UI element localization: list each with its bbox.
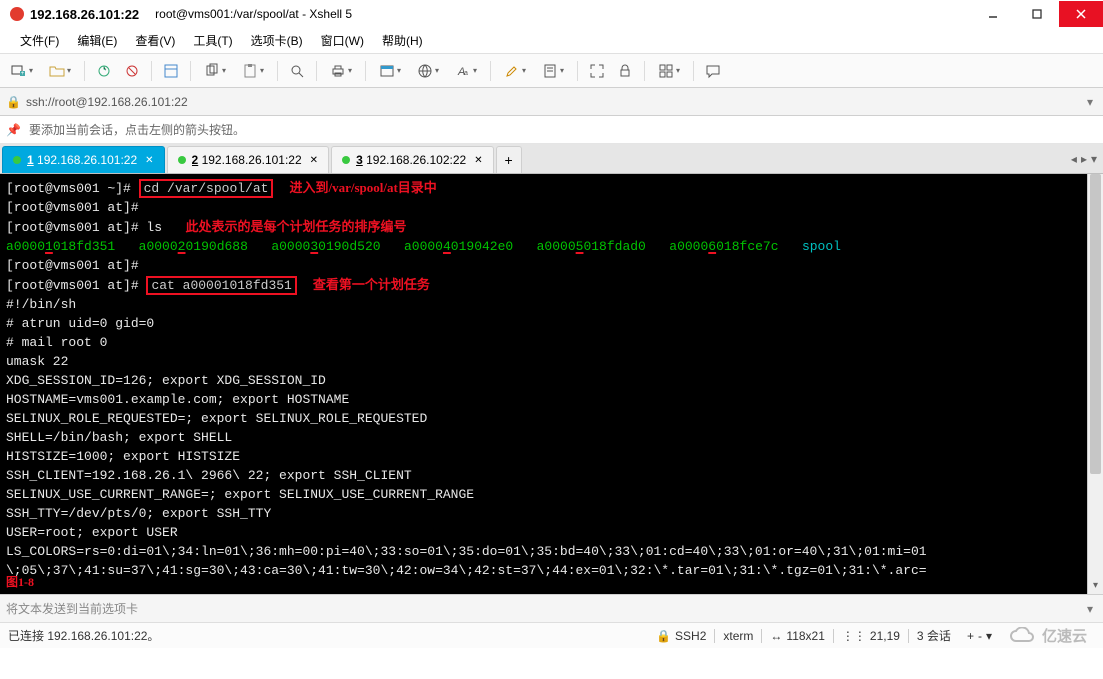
status-size: ↔118x21 xyxy=(762,629,832,643)
status-connected: 已连接 192.168.26.101:22。 xyxy=(8,627,159,644)
svg-text:a: a xyxy=(464,70,468,77)
menu-tabcard[interactable]: 选项卡(B) xyxy=(243,29,311,52)
session-tab-3[interactable]: 3 192.168.26.102:22 ✕ xyxy=(331,146,494,173)
terminal-output: #!/bin/sh # atrun uid=0 gid=0 # mail roo… xyxy=(6,297,927,578)
svg-text:+: + xyxy=(21,71,25,77)
lock-icon: 🔒 xyxy=(6,95,20,109)
terminal[interactable]: [root@vms001 ~]# cd /var/spool/at进入到/var… xyxy=(0,174,1103,594)
new-tab-button[interactable]: + xyxy=(496,146,522,173)
window-titlebar: 192.168.26.101:22 root@vms001:/var/spool… xyxy=(0,0,1103,28)
status-dot-icon xyxy=(13,156,21,164)
status-cursor: ⋮⋮21,19 xyxy=(834,629,908,643)
sessions-nav[interactable]: + - ▾ xyxy=(959,629,1000,643)
scroll-down-icon[interactable]: ▾ xyxy=(1088,578,1103,594)
tabs-scroll-left-icon[interactable]: ◂ xyxy=(1071,152,1077,166)
send-target-dropdown-icon[interactable]: ▾ xyxy=(1083,602,1097,616)
color-scheme-button[interactable] xyxy=(372,58,408,84)
status-term: xterm xyxy=(715,629,761,643)
properties-button[interactable] xyxy=(158,58,184,84)
terminal-area: [root@vms001 ~]# cd /var/spool/at进入到/var… xyxy=(0,174,1103,594)
cloud-icon xyxy=(1008,627,1038,645)
address-url[interactable]: ssh://root@192.168.26.101:22 xyxy=(26,95,188,109)
status-dot-icon xyxy=(342,156,350,164)
tab-close-icon[interactable]: ✕ xyxy=(145,155,153,166)
status-dot-icon xyxy=(178,156,186,164)
menu-help[interactable]: 帮助(H) xyxy=(374,29,431,52)
send-bar: 将文本发送到当前选项卡 ▾ xyxy=(0,594,1103,622)
status-bar: 已连接 192.168.26.101:22。 🔒SSH2 xterm ↔118x… xyxy=(0,622,1103,648)
script-button[interactable] xyxy=(535,58,571,84)
brand-watermark: 亿速云 xyxy=(1000,625,1095,646)
status-sessions: 3 会话 xyxy=(909,627,959,644)
app-logo-icon xyxy=(10,7,24,21)
menu-tools[interactable]: 工具(T) xyxy=(185,29,240,52)
send-input[interactable]: 将文本发送到当前选项卡 xyxy=(6,600,138,617)
title-hostport: 192.168.26.101:22 xyxy=(30,7,139,22)
reconnect-button[interactable] xyxy=(91,58,117,84)
chat-button[interactable] xyxy=(700,58,726,84)
maximize-button[interactable] xyxy=(1015,1,1059,27)
open-session-button[interactable] xyxy=(42,58,78,84)
copy-button[interactable] xyxy=(197,58,233,84)
title-session: root@vms001:/var/spool/at - Xshell 5 xyxy=(155,7,352,21)
tab-close-icon[interactable]: ✕ xyxy=(310,155,318,166)
disconnect-button[interactable] xyxy=(119,58,145,84)
close-button[interactable] xyxy=(1059,1,1103,27)
find-button[interactable] xyxy=(284,58,310,84)
menu-view[interactable]: 查看(V) xyxy=(127,29,183,52)
session-tab-2[interactable]: 2 192.168.26.101:22 ✕ xyxy=(167,146,330,173)
scroll-thumb[interactable] xyxy=(1090,174,1101,474)
terminal-scrollbar[interactable]: ▴ ▾ xyxy=(1087,174,1103,594)
encoding-button[interactable] xyxy=(410,58,446,84)
menu-edit[interactable]: 编辑(E) xyxy=(69,29,125,52)
menu-file[interactable]: 文件(F) xyxy=(12,29,67,52)
paste-button[interactable] xyxy=(235,58,271,84)
menu-bar: 文件(F) 编辑(E) 查看(V) 工具(T) 选项卡(B) 窗口(W) 帮助(… xyxy=(0,28,1103,54)
tabs-scroll-right-icon[interactable]: ▸ xyxy=(1081,152,1087,166)
tabs-menu-icon[interactable]: ▾ xyxy=(1091,152,1097,166)
status-protocol: 🔒SSH2 xyxy=(648,629,714,643)
address-bar: 🔒 ssh://root@192.168.26.101:22 ▾ xyxy=(0,88,1103,116)
toolbar: + Aa xyxy=(0,54,1103,88)
new-session-button[interactable]: + xyxy=(4,58,40,84)
hint-bar: 📌 要添加当前会话，点击左侧的箭头按钮。 xyxy=(0,116,1103,144)
minimize-button[interactable] xyxy=(971,1,1015,27)
tab-bar: 1 192.168.26.101:22 ✕ 2 192.168.26.101:2… xyxy=(0,144,1103,174)
pin-icon[interactable]: 📌 xyxy=(6,123,21,137)
highlight-button[interactable] xyxy=(497,58,533,84)
session-tab-1[interactable]: 1 192.168.26.101:22 ✕ xyxy=(2,146,165,173)
fullscreen-button[interactable] xyxy=(584,58,610,84)
print-button[interactable] xyxy=(323,58,359,84)
menu-window[interactable]: 窗口(W) xyxy=(313,29,372,52)
tab-close-icon[interactable]: ✕ xyxy=(474,155,482,166)
lock-button[interactable] xyxy=(612,58,638,84)
address-dropdown-icon[interactable]: ▾ xyxy=(1083,95,1097,109)
hint-text: 要添加当前会话，点击左侧的箭头按钮。 xyxy=(29,121,245,138)
figure-label: 图1-8 xyxy=(6,573,34,590)
font-button[interactable]: Aa xyxy=(448,58,484,84)
layout-button[interactable] xyxy=(651,58,687,84)
